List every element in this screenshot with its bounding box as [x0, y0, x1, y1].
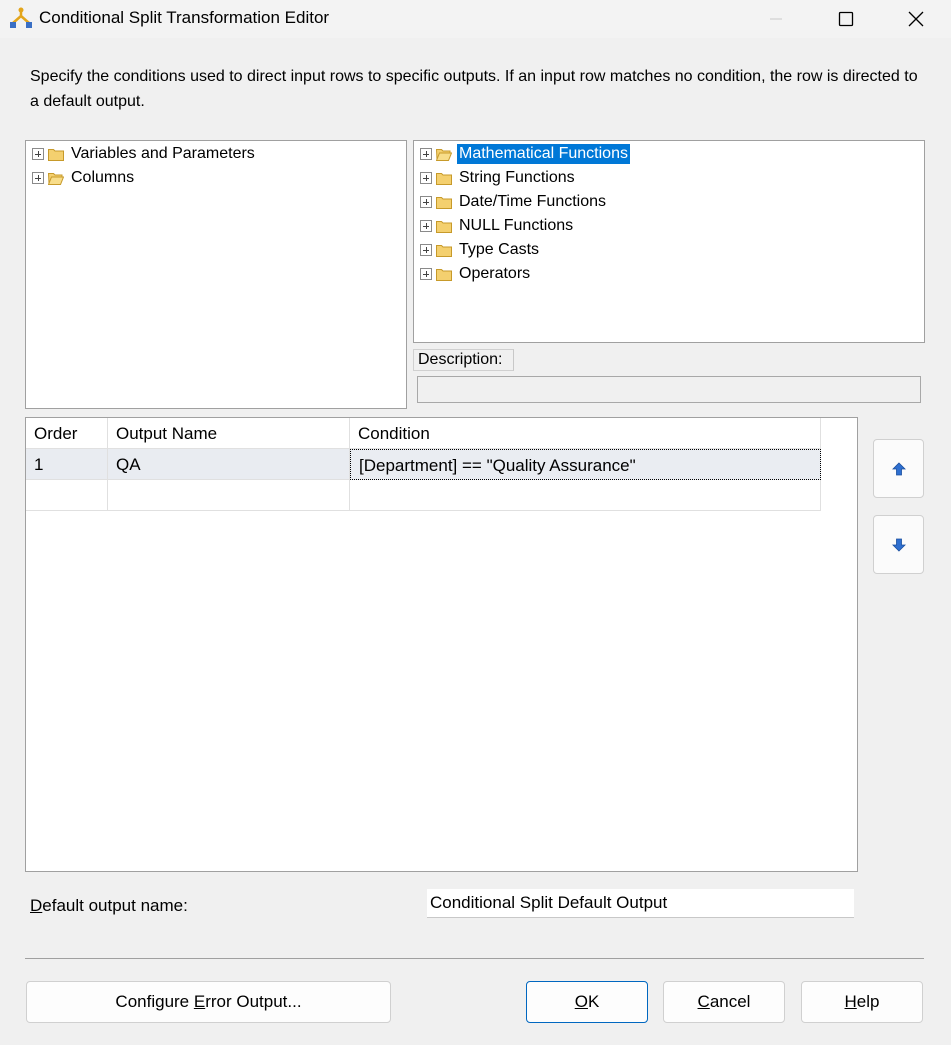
mnemonic: H — [844, 992, 857, 1011]
button-text: Configure — [115, 992, 194, 1011]
cancel-button[interactable]: Cancel — [663, 981, 785, 1023]
mnemonic: E — [193, 992, 206, 1011]
folder-icon — [436, 172, 452, 185]
move-down-button[interactable] — [873, 515, 924, 574]
folder-icon — [436, 196, 452, 209]
folder-icon — [48, 148, 64, 161]
tree-item-label: Date/Time Functions — [459, 193, 607, 210]
tree-item-label: NULL Functions — [459, 217, 574, 234]
tree-item-label: Variables and Parameters — [71, 145, 255, 162]
button-text: rror Output... — [205, 992, 302, 1011]
folder-icon — [436, 268, 452, 281]
tree-item-mathematical-functions[interactable]: Mathematical Functions — [420, 143, 630, 165]
cell-output-name[interactable] — [108, 480, 350, 511]
maximize-button[interactable] — [811, 0, 881, 38]
column-header-order[interactable]: Order — [26, 418, 108, 449]
default-output-name-input[interactable] — [427, 889, 854, 918]
move-up-button[interactable] — [873, 439, 924, 498]
tree-item-operators[interactable]: Operators — [420, 263, 532, 285]
minimize-button[interactable] — [741, 0, 811, 38]
ok-button[interactable]: OK — [526, 981, 648, 1023]
open-folder-icon — [48, 172, 64, 185]
button-text: K — [587, 992, 600, 1011]
tree-item-string-functions[interactable]: String Functions — [420, 167, 577, 189]
help-button[interactable]: Help — [801, 981, 923, 1023]
folder-icon — [436, 244, 452, 257]
default-output-label: Default output name: — [30, 896, 188, 916]
tree-item-label: Columns — [71, 169, 135, 186]
label-text: efault output name: — [42, 896, 188, 915]
expand-icon[interactable] — [420, 196, 432, 208]
conditions-grid[interactable]: Order Output Name Condition 1 QA [Depart… — [25, 417, 858, 872]
configure-error-output-button[interactable]: Configure Error Output... — [26, 981, 391, 1023]
title-bar[interactable]: Conditional Split Transformation Editor — [0, 0, 951, 38]
conditional-split-editor-window: Conditional Split Transformation Editor … — [0, 0, 951, 1045]
tree-item-null-functions[interactable]: NULL Functions — [420, 215, 575, 237]
expand-icon[interactable] — [420, 244, 432, 256]
cell-order[interactable] — [26, 480, 108, 511]
button-text: ancel — [709, 992, 751, 1011]
mnemonic: D — [30, 896, 43, 915]
tree-item-label: String Functions — [459, 169, 575, 186]
variables-columns-tree[interactable]: Variables and Parameters Columns — [25, 140, 407, 409]
folder-icon — [436, 220, 452, 233]
arrow-down-icon — [892, 538, 906, 552]
cell-order[interactable]: 1 — [26, 449, 108, 480]
cell-output-name[interactable]: QA — [108, 449, 350, 480]
mnemonic: C — [697, 992, 710, 1011]
window-title: Conditional Split Transformation Editor — [39, 8, 330, 27]
functions-tree[interactable]: Mathematical Functions String Functions … — [413, 140, 925, 343]
tree-item-label: Operators — [459, 265, 531, 282]
tree-item-variables-and-parameters[interactable]: Variables and Parameters — [32, 143, 257, 165]
arrow-up-icon — [892, 462, 906, 476]
column-header-output-name[interactable]: Output Name — [108, 418, 350, 449]
tree-item-type-casts[interactable]: Type Casts — [420, 239, 541, 261]
button-text: elp — [856, 992, 880, 1011]
close-button[interactable] — [881, 0, 951, 38]
cell-condition[interactable]: [Department] == "Quality Assurance" — [350, 449, 821, 480]
description-label: Description: — [413, 349, 514, 371]
minimize-icon — [770, 18, 782, 20]
cell-condition[interactable] — [350, 480, 821, 511]
conditional-split-icon — [10, 7, 32, 28]
divider — [25, 958, 924, 959]
expand-icon[interactable] — [420, 148, 432, 160]
tree-item-label: Type Casts — [459, 241, 540, 258]
tree-item-date-time-functions[interactable]: Date/Time Functions — [420, 191, 608, 213]
expand-icon[interactable] — [420, 172, 432, 184]
open-folder-icon — [436, 148, 452, 161]
expand-icon[interactable] — [420, 268, 432, 280]
expand-icon[interactable] — [420, 220, 432, 232]
grid-header: Order Output Name Condition — [26, 418, 821, 450]
tree-item-columns[interactable]: Columns — [32, 167, 136, 189]
intro-text: Specify the conditions used to direct in… — [30, 68, 918, 110]
mnemonic: O — [574, 992, 588, 1011]
maximize-icon — [838, 11, 854, 27]
expand-icon[interactable] — [32, 172, 44, 184]
tree-item-label: Mathematical Functions — [457, 144, 630, 164]
column-header-condition[interactable]: Condition — [350, 418, 821, 449]
expand-icon[interactable] — [32, 148, 44, 160]
description-box — [417, 376, 921, 403]
close-icon — [908, 11, 924, 27]
